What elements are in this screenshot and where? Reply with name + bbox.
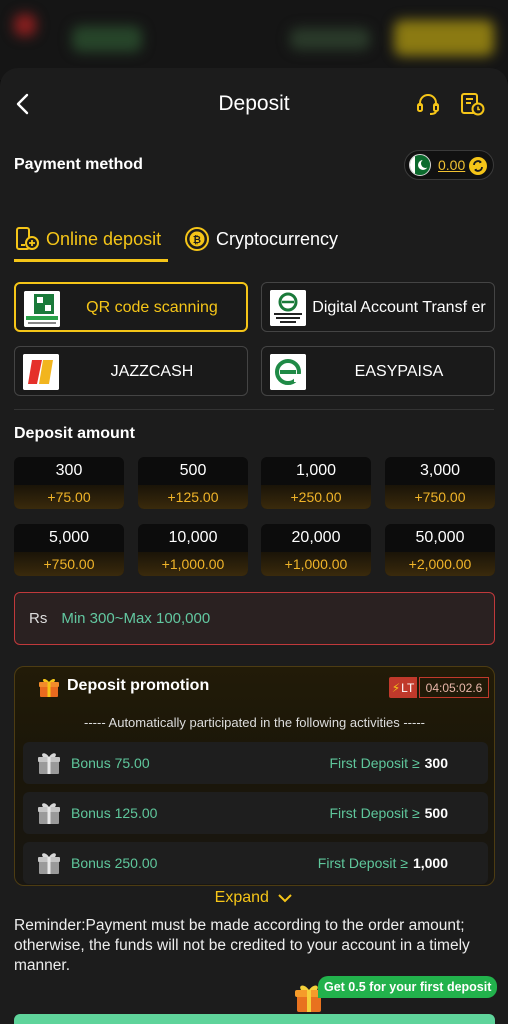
- balance-pill: 0.00: [404, 150, 494, 180]
- chevron-down-icon: [278, 894, 293, 903]
- jazzcash-logo-icon: [23, 354, 59, 390]
- condition-value: 300: [424, 755, 448, 771]
- expand-label: Expand: [214, 889, 269, 906]
- bonus-condition: First Deposit ≥1,000: [318, 842, 448, 884]
- blurred-logo: [14, 14, 36, 36]
- phone-deposit-icon: [16, 227, 39, 250]
- bonus-amount: Bonus 250.00: [71, 855, 158, 871]
- bonus-amount: Bonus 125.00: [71, 805, 158, 821]
- headset-support-icon[interactable]: [414, 90, 442, 118]
- promotion-title: Deposit promotion: [67, 677, 210, 694]
- amount-option[interactable]: 3,000 +750.00: [385, 457, 495, 509]
- amount-bonus: +125.00: [138, 485, 248, 509]
- gift-box-icon: [38, 853, 60, 874]
- method-digital-label: Digital Account Transf er: [312, 298, 486, 316]
- first-deposit-badge[interactable]: Get 0.5 for your first deposit: [318, 976, 498, 998]
- gift-box-icon: [38, 803, 60, 824]
- gift-box-icon: [38, 753, 60, 774]
- method-qr-code[interactable]: QR code scanning: [14, 282, 248, 332]
- balance-value: 0.00: [438, 157, 466, 173]
- amount-value: 300: [55, 462, 83, 479]
- blurred-brand: [72, 26, 142, 52]
- amount-value: 20,000: [291, 529, 341, 546]
- amount-option[interactable]: 300 +75.00: [14, 457, 124, 509]
- bonus-condition: First Deposit ≥500: [329, 792, 448, 834]
- auto-participation-note: ----- Automatically participated in the …: [84, 715, 425, 730]
- deposit-amount-label: Deposit amount: [14, 425, 135, 442]
- method-jazzcash[interactable]: JAZZCASH: [14, 346, 248, 396]
- currency-label: Rs: [29, 610, 48, 627]
- amount-value: 500: [179, 462, 207, 479]
- easypaisa-qr-logo-icon: [24, 291, 60, 327]
- amount-bonus: +750.00: [385, 485, 495, 509]
- deposit-amount-input[interactable]: Rs Min 300~Max 100,000: [14, 592, 495, 645]
- method-digital-transfer[interactable]: Digital Account Transf er: [261, 282, 495, 332]
- promotion-countdown: 04:05:02.6: [419, 677, 489, 698]
- payment-reminder: Reminder:Payment must be made according …: [14, 917, 470, 974]
- amount-bonus: +1,000.00: [261, 552, 371, 576]
- deposit-promotion-panel: Deposit promotion ⚡ LT 04:05:02.6 ----- A…: [14, 666, 495, 886]
- amount-placeholder: Min 300~Max 100,000: [61, 610, 211, 627]
- amount-value: 10,000: [168, 529, 218, 546]
- deposit-history-icon[interactable]: [458, 90, 486, 118]
- lt-label: LT: [401, 680, 415, 695]
- divider: [14, 409, 494, 410]
- amount-value: 50,000: [415, 529, 465, 546]
- gift-icon: [39, 678, 59, 697]
- tab-crypto-label: Cryptocurrency: [216, 228, 339, 249]
- tab-cryptocurrency[interactable]: ₿ Cryptocurrency: [184, 218, 338, 260]
- blurred-balance: [290, 28, 370, 50]
- tab-online-deposit[interactable]: Online deposit: [14, 218, 161, 260]
- amount-bonus: +2,000.00: [385, 552, 495, 576]
- amount-bonus: +250.00: [261, 485, 371, 509]
- deposit-header: Deposit: [0, 68, 508, 142]
- amount-value: 3,000: [419, 462, 461, 479]
- lightning-icon: ⚡: [391, 680, 401, 695]
- method-qr-label: QR code scanning: [86, 298, 218, 316]
- amount-option[interactable]: 10,000 +1,000.00: [138, 524, 248, 576]
- condition-text: First Deposit ≥: [329, 755, 420, 771]
- limited-time-badge: ⚡ LT: [389, 677, 417, 698]
- bonus-amount: Bonus 75.00: [71, 755, 150, 771]
- active-tab-indicator: [14, 259, 168, 262]
- bitcoin-icon: ₿: [185, 227, 209, 251]
- bonus-row: Bonus 125.00 First Deposit ≥500: [23, 792, 488, 834]
- condition-value: 1,000: [412, 855, 448, 871]
- method-easypaisa-label: EASYPAISA: [354, 362, 444, 380]
- amount-option[interactable]: 500 +125.00: [138, 457, 248, 509]
- amount-value: 5,000: [48, 529, 90, 546]
- blurred-button: [394, 20, 494, 56]
- method-jazzcash-label: JAZZCASH: [110, 362, 194, 380]
- deposit-sheet: Deposit Payment method 0.00 Online depos…: [0, 68, 508, 1024]
- bonus-row: Bonus 250.00 First Deposit ≥1,000: [23, 842, 488, 884]
- condition-text: First Deposit ≥: [329, 805, 420, 821]
- amount-value: 1,000: [295, 462, 337, 479]
- tab-online-label: Online deposit: [46, 228, 162, 249]
- svg-text:₿: ₿: [193, 234, 201, 246]
- payment-method-label: Payment method: [14, 156, 143, 173]
- expand-button[interactable]: Expand: [0, 889, 508, 907]
- amount-option[interactable]: 20,000 +1,000.00: [261, 524, 371, 576]
- bonus-row: Bonus 75.00 First Deposit ≥300: [23, 742, 488, 784]
- amount-bonus: +750.00: [14, 552, 124, 576]
- amount-option[interactable]: 5,000 +750.00: [14, 524, 124, 576]
- condition-value: 500: [424, 805, 448, 821]
- digital-account-logo-icon: [270, 290, 306, 326]
- amount-bonus: +1,000.00: [138, 552, 248, 576]
- amount-option[interactable]: 1,000 +250.00: [261, 457, 371, 509]
- bonus-condition: First Deposit ≥300: [329, 742, 448, 784]
- easypaisa-logo-icon: [270, 354, 306, 390]
- submit-button[interactable]: [14, 1014, 495, 1024]
- amount-bonus: +75.00: [14, 485, 124, 509]
- method-easypaisa[interactable]: EASYPAISA: [261, 346, 495, 396]
- condition-text: First Deposit ≥: [317, 855, 408, 871]
- pakistan-flag-icon: [409, 154, 431, 176]
- refresh-icon[interactable]: [468, 156, 488, 176]
- amount-option[interactable]: 50,000 +2,000.00: [385, 524, 495, 576]
